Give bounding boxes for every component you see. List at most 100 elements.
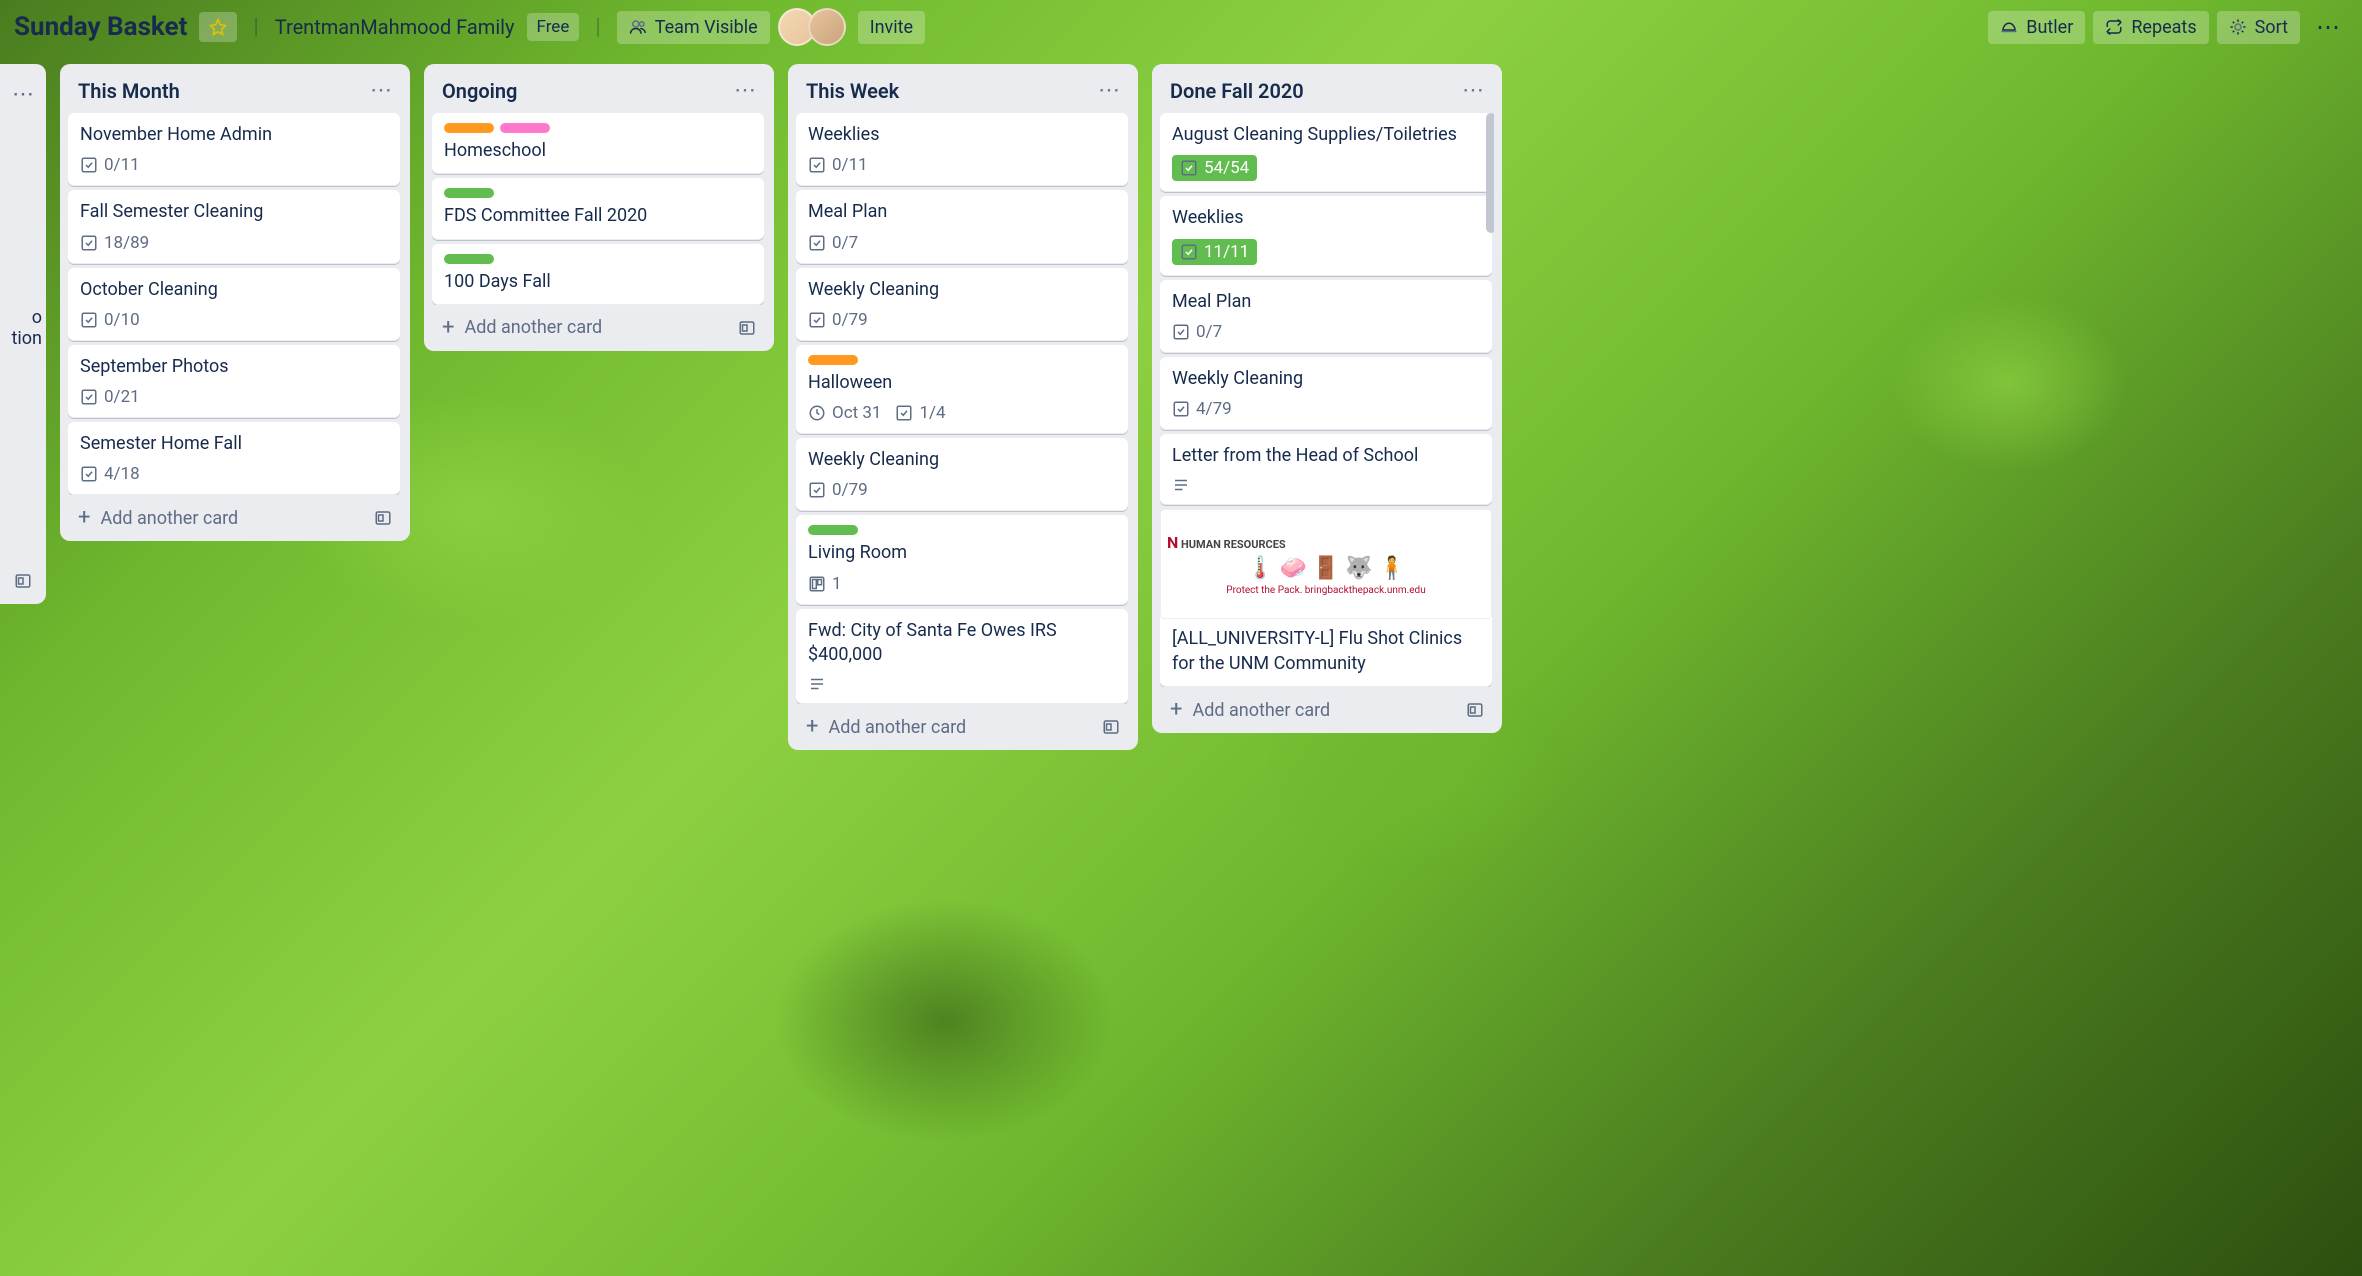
team-icon xyxy=(629,18,647,36)
member-avatars[interactable] xyxy=(786,8,846,46)
card[interactable]: October Cleaning 0/10 xyxy=(68,268,400,341)
label-green[interactable] xyxy=(808,525,858,535)
card[interactable]: Weekly Cleaning 4/79 xyxy=(1160,357,1492,430)
butler-button[interactable]: Butler xyxy=(1988,11,2085,44)
card[interactable]: N HUMAN RESOURCES 🌡️ 🧼 🚪 🐺 🧍 Protect the… xyxy=(1160,509,1492,687)
card-title: Weeklies xyxy=(808,123,1116,147)
sort-label: Sort xyxy=(2255,17,2288,38)
list-menu-button[interactable]: ⋯ xyxy=(734,78,756,103)
description-icon xyxy=(1172,476,1190,494)
list-this-week: This Week ⋯ Weeklies 0/11 Meal Plan 0/7 … xyxy=(788,64,1138,750)
label-pink[interactable] xyxy=(500,123,550,133)
list-title[interactable]: Ongoing xyxy=(442,79,517,103)
card[interactable]: Semester Home Fall 4/18 xyxy=(68,422,400,495)
clock-icon xyxy=(808,404,826,422)
label-green[interactable] xyxy=(444,254,494,264)
add-card-button[interactable]: +Add another card xyxy=(1160,691,1494,725)
repeat-icon xyxy=(2105,18,2123,36)
checklist-badge-complete: 11/11 xyxy=(1172,239,1257,265)
repeats-button[interactable]: Repeats xyxy=(2093,11,2208,44)
board-name[interactable]: Sunday Basket xyxy=(14,12,187,42)
card[interactable]: Letter from the Head of School xyxy=(1160,434,1492,505)
card[interactable]: Weekly Cleaning 0/79 xyxy=(796,268,1128,341)
avatar[interactable] xyxy=(808,8,846,46)
list-menu-button[interactable]: ⋯ xyxy=(370,78,392,103)
card[interactable]: Homeschool xyxy=(432,113,764,174)
visibility-label: Team Visible xyxy=(655,17,758,38)
card[interactable]: Weeklies 0/11 xyxy=(796,113,1128,186)
list-this-month: This Month ⋯ November Home Admin 0/11 Fa… xyxy=(60,64,410,541)
card-title: [ALL_UNIVERSITY-L] Flu Shot Clinics for … xyxy=(1172,627,1480,676)
checklist-badge: 0/11 xyxy=(808,155,868,175)
list-peek-left[interactable]: ⋯ o tion xyxy=(0,64,46,604)
star-board-button[interactable] xyxy=(199,12,237,42)
card-title: Weekly Cleaning xyxy=(808,448,1116,472)
template-icon[interactable] xyxy=(14,572,32,590)
card[interactable]: Living Room 1 xyxy=(796,515,1128,604)
list-title[interactable]: This Month xyxy=(78,79,180,103)
card-title: August Cleaning Supplies/Toiletries xyxy=(1172,123,1480,147)
header-right: Butler Repeats Sort ⋯ xyxy=(1988,9,2348,45)
template-icon[interactable] xyxy=(738,319,756,337)
trello-attachment-badge: 1 xyxy=(808,574,842,594)
card[interactable]: FDS Committee Fall 2020 xyxy=(432,178,764,239)
team-name[interactable]: TrentmanMahmood Family xyxy=(275,15,515,39)
list-title[interactable]: Done Fall 2020 xyxy=(1170,79,1304,103)
list-menu-button[interactable]: ⋯ xyxy=(1462,78,1484,103)
checklist-icon xyxy=(1180,243,1198,261)
card[interactable]: September Photos 0/21 xyxy=(68,345,400,418)
list-title[interactable]: This Week xyxy=(806,79,899,103)
visibility-button[interactable]: Team Visible xyxy=(617,11,770,44)
card[interactable]: Meal Plan 0/7 xyxy=(796,190,1128,263)
checklist-icon xyxy=(808,156,826,174)
checklist-icon xyxy=(895,404,913,422)
card[interactable]: Fall Semester Cleaning 18/89 xyxy=(68,190,400,263)
checklist-badge: 4/79 xyxy=(1172,399,1232,419)
board-canvas[interactable]: ⋯ o tion This Month ⋯ November Home Admi… xyxy=(0,54,2362,1268)
card-title: November Home Admin xyxy=(80,123,388,147)
card[interactable]: Fwd: City of Santa Fe Owes IRS $400,000 xyxy=(796,609,1128,705)
add-card-button[interactable]: +Add another card xyxy=(432,309,766,343)
card[interactable]: November Home Admin 0/11 xyxy=(68,113,400,186)
board-menu-button[interactable]: ⋯ xyxy=(2308,9,2348,45)
add-card-button[interactable]: +Add another card xyxy=(796,708,1130,742)
list-menu-icon[interactable]: ⋯ xyxy=(12,82,34,107)
template-icon[interactable] xyxy=(1102,718,1120,736)
list-menu-button[interactable]: ⋯ xyxy=(1098,78,1120,103)
template-icon[interactable] xyxy=(374,509,392,527)
label-orange[interactable] xyxy=(444,123,494,133)
invite-label: Invite xyxy=(870,17,913,38)
checklist-icon xyxy=(808,481,826,499)
checklist-icon xyxy=(808,234,826,252)
card[interactable]: 100 Days Fall xyxy=(432,244,764,305)
label-orange[interactable] xyxy=(808,355,858,365)
checklist-badge: 0/11 xyxy=(80,155,140,175)
label-green[interactable] xyxy=(444,188,494,198)
checklist-badge: 0/7 xyxy=(1172,322,1222,342)
card[interactable]: Weeklies 11/11 xyxy=(1160,196,1492,275)
checklist-icon xyxy=(1172,323,1190,341)
invite-button[interactable]: Invite xyxy=(858,11,925,44)
description-badge xyxy=(808,675,826,693)
sort-button[interactable]: Sort xyxy=(2217,11,2300,44)
checklist-icon xyxy=(1180,159,1198,177)
card[interactable]: Meal Plan 0/7 xyxy=(1160,280,1492,353)
trello-board-icon xyxy=(808,575,826,593)
checklist-badge-complete: 54/54 xyxy=(1172,155,1257,181)
butler-label: Butler xyxy=(2026,17,2073,38)
card[interactable]: Halloween Oct 31 1/4 xyxy=(796,345,1128,434)
checklist-badge: 0/79 xyxy=(808,310,868,330)
template-icon[interactable] xyxy=(1466,701,1484,719)
scrollbar[interactable] xyxy=(1486,113,1494,233)
card-title: Living Room xyxy=(808,541,1116,565)
checklist-badge: 0/21 xyxy=(80,387,140,407)
plus-icon: + xyxy=(806,716,818,738)
plan-badge[interactable]: Free xyxy=(527,13,580,41)
checklist-badge: 0/79 xyxy=(808,480,868,500)
card-title: 100 Days Fall xyxy=(444,270,752,294)
list-ongoing: Ongoing ⋯ Homeschool FDS Committee Fall … xyxy=(424,64,774,351)
add-card-button[interactable]: +Add another card xyxy=(68,499,402,533)
card-title: Weekly Cleaning xyxy=(1172,367,1480,391)
card[interactable]: Weekly Cleaning 0/79 xyxy=(796,438,1128,511)
card[interactable]: August Cleaning Supplies/Toiletries 54/5… xyxy=(1160,113,1492,192)
